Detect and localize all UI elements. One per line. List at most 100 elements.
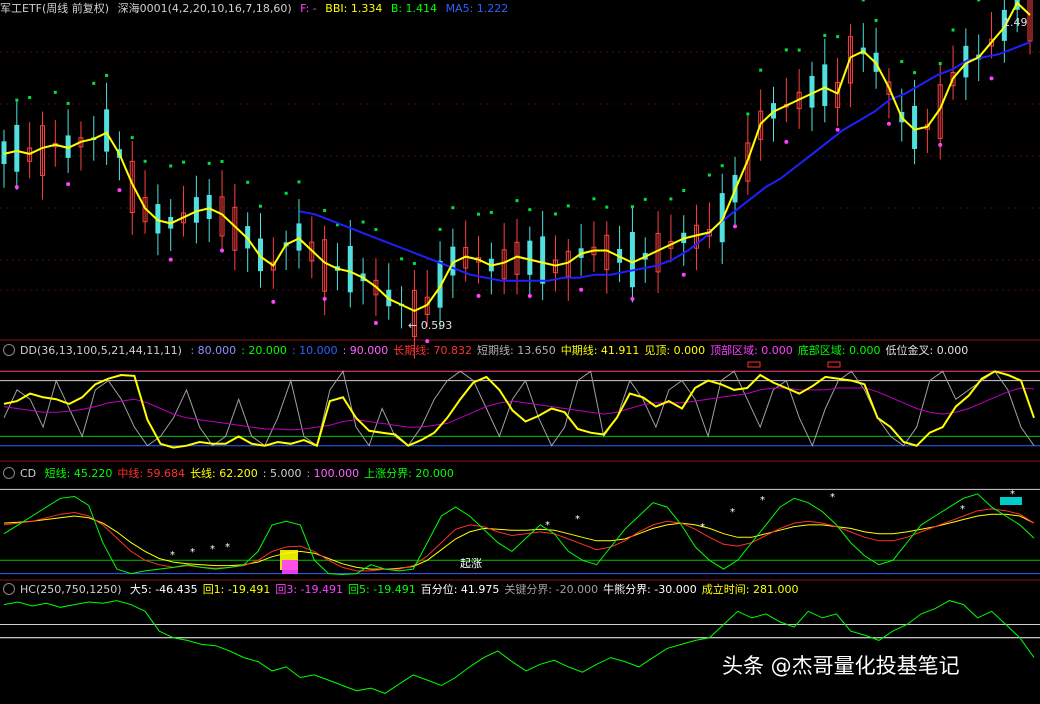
stop-marker	[92, 81, 96, 85]
stop-marker	[143, 159, 147, 163]
stop-marker	[477, 212, 481, 216]
stop-marker	[374, 228, 378, 232]
cd-long-line	[3, 513, 1035, 570]
signal-dot	[66, 182, 71, 187]
stop-marker	[207, 161, 211, 165]
chart-canvas[interactable]: ← 0.593 1.49 * * * * * * * * * * * * 起涨	[0, 0, 1040, 704]
signal-dot	[630, 296, 635, 301]
cd-star-marker: *	[760, 495, 765, 506]
dd-short-line	[3, 370, 1035, 448]
cd-star-marker: *	[700, 522, 705, 533]
signal-dot	[168, 257, 173, 262]
stop-marker	[759, 68, 763, 72]
signal-dot	[835, 127, 840, 132]
signal-dot	[271, 299, 276, 304]
stop-marker	[592, 197, 596, 201]
signal-dot	[425, 339, 430, 344]
stop-marker	[669, 197, 673, 201]
cd-star-marker: *	[210, 544, 215, 555]
cd-star-marker: *	[960, 504, 965, 515]
candle-body	[14, 124, 20, 172]
stop-marker	[682, 189, 686, 193]
stop-marker	[323, 209, 327, 213]
stop-marker	[66, 101, 70, 105]
cd-star-marker: *	[730, 507, 735, 518]
stop-marker	[130, 136, 134, 140]
signal-dot	[733, 224, 738, 229]
signal-dot	[784, 139, 789, 144]
signal-dot	[527, 293, 532, 298]
top-zone-marker	[827, 361, 841, 368]
stop-marker	[489, 210, 493, 214]
signal-dot	[117, 188, 122, 193]
candle-body	[296, 223, 302, 251]
stop-marker	[784, 48, 788, 52]
signal-dot	[579, 287, 584, 292]
stop-marker	[451, 206, 455, 210]
stop-marker	[605, 205, 609, 209]
stop-marker	[553, 212, 557, 216]
signal-dot	[989, 76, 994, 81]
signal-dot	[322, 296, 327, 301]
stop-marker	[861, 0, 865, 2]
stop-marker	[515, 199, 519, 203]
signal-dot	[681, 272, 686, 277]
stop-marker	[412, 261, 416, 265]
stop-marker	[938, 62, 942, 66]
stop-marker	[900, 60, 904, 64]
candle-body	[206, 194, 212, 219]
stop-marker	[977, 0, 981, 2]
stop-marker	[220, 159, 224, 163]
cd-star-marker: *	[830, 492, 835, 503]
dd-long-line	[3, 387, 1035, 431]
stop-marker	[836, 35, 840, 39]
cd-star-marker: *	[575, 514, 580, 525]
candle-body	[104, 109, 110, 152]
signal-dot	[886, 121, 891, 126]
signal-dot	[476, 293, 481, 298]
low-label: ← 0.593	[408, 319, 452, 332]
cd-star-marker: *	[170, 550, 175, 561]
cd-star-marker: *	[1010, 489, 1015, 500]
signal-dot	[220, 248, 225, 253]
stop-marker	[361, 220, 365, 224]
cd-highlight-block	[282, 560, 298, 574]
watermark: 头条 @杰哥量化投基笔记	[722, 654, 960, 678]
candle-body	[527, 240, 533, 275]
stop-marker	[284, 191, 288, 195]
stop-marker	[400, 257, 404, 261]
candle-body	[347, 246, 353, 293]
stop-marker	[913, 71, 917, 75]
candle-body	[629, 232, 635, 288]
stop-marker	[105, 73, 109, 77]
cd-star-marker: *	[545, 520, 550, 531]
cd-star-marker: *	[190, 547, 195, 558]
high-label: 1.49	[1003, 16, 1028, 29]
stop-marker	[297, 180, 301, 184]
stop-marker	[720, 164, 724, 168]
cd-star-marker: *	[225, 542, 230, 553]
stop-marker	[438, 227, 442, 231]
b-line	[299, 41, 1031, 282]
stop-marker	[182, 160, 186, 164]
stop-marker	[53, 90, 57, 94]
cd-rise-label: 起涨	[460, 557, 482, 570]
stop-marker	[707, 173, 711, 177]
stop-marker	[169, 164, 173, 168]
stop-marker	[951, 28, 955, 32]
candle-body	[822, 64, 828, 107]
stop-marker	[746, 112, 750, 116]
stop-marker	[28, 96, 32, 100]
stop-marker	[15, 98, 19, 102]
stop-marker	[246, 180, 250, 184]
cd-mid-line	[3, 508, 1035, 572]
top-zone-marker	[747, 361, 761, 368]
stop-marker	[874, 18, 878, 22]
stop-marker	[823, 33, 827, 37]
signal-dot	[373, 321, 378, 326]
stop-marker	[566, 204, 570, 208]
stop-marker	[797, 48, 801, 52]
stop-marker	[630, 205, 634, 209]
signal-dot	[938, 142, 943, 147]
signal-dot	[14, 185, 19, 190]
